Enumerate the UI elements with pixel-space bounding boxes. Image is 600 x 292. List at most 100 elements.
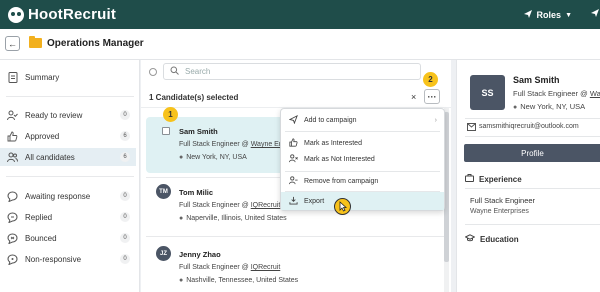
sidebar-item-approved[interactable]: Approved 6 — [0, 127, 136, 145]
profile-button[interactable]: Profile — [464, 144, 600, 162]
count-badge: 0 — [120, 110, 130, 120]
candidate-row[interactable]: JZ Jenny Zhao Full Stack Engineer @ IQRe… — [146, 242, 444, 290]
page-header: ← Operations Manager — [0, 29, 600, 60]
location-text: Nashville, Tennessee, United States — [186, 277, 299, 284]
click-cursor-icon — [334, 198, 351, 215]
profile-name: Sam Smith — [513, 75, 560, 85]
section-label: Education — [480, 234, 519, 244]
location-pin-icon: ● — [179, 277, 184, 284]
logo[interactable]: HootRecruit — [8, 6, 116, 23]
experience-heading: Experience — [465, 174, 522, 184]
chevron-down-icon: ▼ — [565, 11, 572, 19]
candidate-role: Full Stack Engineer @ IQRecruit — [179, 264, 280, 271]
candidate-role: Full Stack Engineer @ IQRecruit — [179, 202, 280, 209]
sidebar-item-summary[interactable]: Summary — [0, 68, 136, 86]
menu-item-label: Export — [304, 197, 325, 205]
search-icon — [170, 66, 179, 77]
chat-icon — [7, 190, 18, 202]
clear-selection-button[interactable]: × — [411, 92, 416, 102]
experience-company: Wayne Enterprises — [470, 208, 529, 215]
step-badge: 1 — [163, 107, 178, 122]
company-link[interactable]: Wa — [590, 89, 600, 98]
profile-email[interactable]: samsmithiqrecruit@outlook.com — [479, 123, 579, 130]
section-label: Experience — [479, 174, 522, 184]
menu-item-export[interactable]: Export — [281, 192, 444, 210]
sidebar-item-all-candidates[interactable]: All candidates 6 — [0, 148, 136, 166]
sidebar-item-label: Awaiting response — [25, 191, 91, 201]
count-badge: 6 — [120, 152, 130, 162]
folder-icon — [29, 36, 42, 48]
sidebar-item-non-responsive[interactable]: Non-responsive 0 — [0, 250, 136, 268]
search-input[interactable]: Search — [163, 63, 421, 80]
location-text: New York, NY, USA — [186, 154, 247, 161]
divider — [6, 176, 134, 177]
send-icon — [288, 114, 298, 126]
thumbs-up-icon — [7, 131, 18, 142]
owl-logo-icon — [8, 6, 24, 23]
count-badge: 0 — [120, 212, 130, 222]
divider — [465, 136, 600, 137]
sidebar-item-label: Non-responsive — [25, 254, 82, 264]
email-icon — [467, 123, 476, 133]
company-link[interactable]: IQRecruit — [251, 202, 281, 209]
candidate-name[interactable]: Jenny Zhao — [179, 250, 221, 259]
person-remove-icon — [289, 175, 298, 187]
top-bar: HootRecruit Roles ▼ — [0, 0, 600, 29]
send-icon — [523, 9, 533, 21]
location-pin-icon: ● — [513, 104, 518, 111]
divider — [146, 236, 444, 237]
select-all-radio[interactable] — [149, 68, 157, 76]
sidebar-item-ready-to-review[interactable]: Ready to review 0 — [0, 106, 136, 124]
no-response-icon — [7, 253, 18, 265]
divider — [6, 96, 134, 97]
location-text: New York, NY, USA — [520, 102, 586, 111]
sidebar-item-label: Summary — [25, 72, 60, 82]
count-badge: 6 — [120, 131, 130, 141]
sidebar-item-bounced[interactable]: Bounced 0 — [0, 229, 136, 247]
avatar: SS — [470, 75, 505, 110]
download-icon — [289, 196, 298, 207]
roles-menu-button[interactable]: Roles ▼ — [523, 9, 572, 21]
profile-role: Full Stack Engineer @ Wa — [513, 89, 600, 98]
selection-bar: 1 Candidate(s) selected × ··· — [141, 86, 451, 108]
thumbs-up-icon — [289, 137, 298, 149]
menu-item-add-to-campaign[interactable]: Add to campaign › — [281, 111, 444, 129]
experience-title: Full Stack Engineer — [470, 196, 536, 205]
page-title: Operations Manager — [47, 38, 144, 49]
company-link[interactable]: IQRecruit — [251, 264, 281, 271]
sidebar-item-label: Replied — [25, 212, 53, 222]
menu-item-mark-not-interested[interactable]: Mark as Not Interested — [281, 150, 444, 168]
menu-item-label: Mark as Not Interested — [304, 155, 375, 163]
menu-item-label: Remove from campaign — [304, 177, 379, 185]
avatar: JZ — [156, 246, 171, 261]
menu-item-remove-from-campaign[interactable]: Remove from campaign — [281, 172, 444, 190]
role-text: Full Stack Engineer @ — [179, 202, 251, 209]
sidebar-item-replied[interactable]: Replied 0 — [0, 208, 136, 226]
count-badge: 0 — [120, 254, 130, 264]
person-x-icon — [289, 153, 298, 165]
location-pin-icon: ● — [179, 215, 184, 222]
sidebar-item-label: Approved — [25, 131, 60, 141]
candidate-name[interactable]: Tom Milic — [179, 188, 213, 197]
divider — [465, 224, 600, 225]
profile-location: ● New York, NY, USA — [513, 102, 585, 111]
sidebar: Summary Ready to review 0 Approved 6 All… — [0, 60, 140, 292]
roles-label: Roles — [536, 10, 562, 20]
menu-item-label: Mark as Interested — [304, 139, 362, 147]
sidebar-item-label: All candidates — [25, 152, 75, 162]
sidebar-item-awaiting-response[interactable]: Awaiting response 0 — [0, 187, 136, 205]
briefcase-icon — [465, 174, 474, 184]
profile-panel: SS Sam Smith Full Stack Engineer @ Wa ● N… — [456, 60, 600, 292]
back-button[interactable]: ← — [5, 36, 20, 51]
candidate-location: ● Nashville, Tennessee, United States — [179, 277, 298, 284]
people-icon — [7, 152, 18, 163]
role-text: Full Stack Engineer @ — [513, 89, 590, 98]
more-actions-button[interactable]: ··· — [424, 89, 440, 104]
candidate-checkbox[interactable] — [162, 127, 170, 135]
education-heading: Education — [464, 234, 519, 244]
location-pin-icon: ● — [179, 154, 184, 161]
send-icon[interactable] — [590, 8, 600, 21]
candidate-name[interactable]: Sam Smith — [179, 127, 218, 136]
candidate-location: ● New York, NY, USA — [179, 154, 247, 161]
menu-item-label: Add to campaign — [304, 116, 357, 124]
